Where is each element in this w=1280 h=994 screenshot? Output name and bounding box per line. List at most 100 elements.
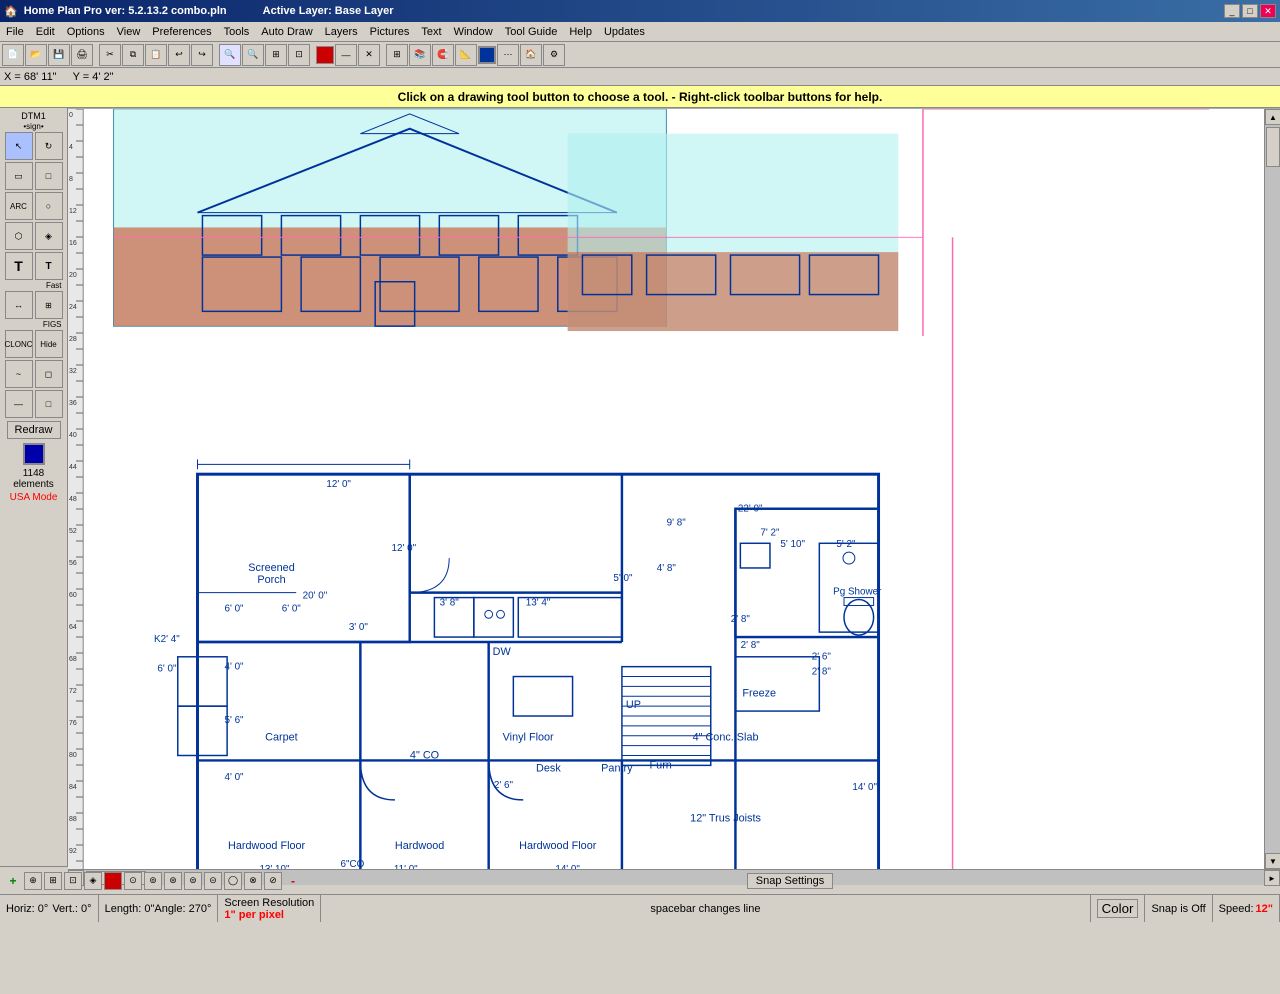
right-scrollbar[interactable]: ▲ ▼ xyxy=(1264,109,1280,869)
paste-button[interactable]: 📋 xyxy=(145,44,167,66)
canvas-area[interactable]: Screened Porch Carpet Vinyl Floor 4" CO … xyxy=(84,109,1264,869)
menu-text[interactable]: Text xyxy=(415,24,447,40)
measure-button[interactable]: 📐 xyxy=(455,44,477,66)
copy-button[interactable]: ⧉ xyxy=(122,44,144,66)
snap-btn-3[interactable]: ⊡ xyxy=(64,872,82,890)
snap-btn-6[interactable]: ⊙ xyxy=(124,872,142,890)
view3d-button[interactable]: 🏠 xyxy=(520,44,542,66)
snap-settings-button[interactable]: Snap Settings xyxy=(747,873,834,889)
arc-tool[interactable]: ARC xyxy=(5,192,33,220)
scroll-thumb-v[interactable] xyxy=(1266,127,1280,167)
text-tool[interactable]: T xyxy=(5,252,33,280)
svg-text:68: 68 xyxy=(69,656,77,663)
select-tool[interactable]: ↖ xyxy=(5,132,33,160)
polygon-tool[interactable]: ⬡ xyxy=(5,222,33,250)
minimize-button[interactable]: _ xyxy=(1224,4,1240,18)
svg-text:DW: DW xyxy=(493,646,512,658)
hide-tool[interactable]: Hide xyxy=(35,330,63,358)
print-button[interactable]: 🖨 xyxy=(71,44,93,66)
curve-tool[interactable]: ~ xyxy=(5,360,33,388)
fill-area-tool[interactable]: ◻ xyxy=(35,360,63,388)
zoom-window-button[interactable]: ⊡ xyxy=(288,44,310,66)
menu-layers[interactable]: Layers xyxy=(319,24,364,40)
add-icon[interactable]: + xyxy=(4,872,22,890)
box-tool[interactable]: □ xyxy=(35,390,63,418)
snap-btn-10[interactable]: ⊝ xyxy=(204,872,222,890)
menu-file[interactable]: File xyxy=(0,24,30,40)
redo-button[interactable]: ↪ xyxy=(191,44,213,66)
snap-btn-7[interactable]: ⊚ xyxy=(144,872,162,890)
svg-text:22' 0": 22' 0" xyxy=(738,504,763,515)
snap-btn-9[interactable]: ⊜ xyxy=(184,872,202,890)
snap-btn-12[interactable]: ⊗ xyxy=(244,872,262,890)
line-style-button[interactable]: — xyxy=(335,44,357,66)
clone-tool[interactable]: CLONC xyxy=(5,330,33,358)
color-btn-section[interactable]: Color xyxy=(1091,895,1146,922)
menu-options[interactable]: Options xyxy=(61,24,111,40)
layer-button[interactable]: 📚 xyxy=(409,44,431,66)
snap-btn-13[interactable]: ⊘ xyxy=(264,872,282,890)
shapes-tool[interactable]: ◈ xyxy=(35,222,63,250)
snap-btn-1[interactable]: ⊕ xyxy=(24,872,42,890)
rotate-tool[interactable]: ↻ xyxy=(35,132,63,160)
fast-text-tool[interactable]: T xyxy=(35,252,63,280)
snap-btn-8[interactable]: ⊛ xyxy=(164,872,182,890)
menu-auto-draw[interactable]: Auto Draw xyxy=(255,24,318,40)
delete-button[interactable]: ✕ xyxy=(358,44,380,66)
close-button[interactable]: ✕ xyxy=(1260,4,1276,18)
svg-text:UP: UP xyxy=(626,699,641,711)
wall-tool[interactable]: ▭ xyxy=(5,162,33,190)
snap-btn-2[interactable]: ⊞ xyxy=(44,872,62,890)
color-red-button[interactable] xyxy=(316,46,334,64)
menu-tools[interactable]: Tools xyxy=(218,24,256,40)
figs-tool[interactable]: ⊞ xyxy=(35,291,63,319)
cut-button[interactable]: ✂ xyxy=(99,44,121,66)
svg-text:88: 88 xyxy=(69,816,77,823)
menu-window[interactable]: Window xyxy=(448,24,499,40)
grid-button[interactable]: ⊞ xyxy=(386,44,408,66)
svg-text:2' 6": 2' 6" xyxy=(494,780,514,791)
resolution-text: Screen Resolution xyxy=(224,897,314,909)
usa-mode[interactable]: USA Mode xyxy=(9,491,59,504)
snap-btn-4[interactable]: ◈ xyxy=(84,872,102,890)
menu-pictures[interactable]: Pictures xyxy=(364,24,416,40)
menu-updates[interactable]: Updates xyxy=(598,24,651,40)
tool-row-7: CLONC Hide xyxy=(4,329,64,359)
color-button[interactable]: Color xyxy=(1097,899,1139,918)
circle-tool[interactable]: ○ xyxy=(35,192,63,220)
line-tool[interactable]: — xyxy=(5,390,33,418)
scroll-down-button[interactable]: ▼ xyxy=(1265,853,1280,869)
menu-view[interactable]: View xyxy=(111,24,147,40)
undo-button[interactable]: ↩ xyxy=(168,44,190,66)
rect-tool[interactable]: □ xyxy=(35,162,63,190)
scroll-up-button[interactable]: ▲ xyxy=(1265,109,1280,125)
menu-preferences[interactable]: Preferences xyxy=(146,24,217,40)
snap-button[interactable]: 🧲 xyxy=(432,44,454,66)
svg-text:Carpet: Carpet xyxy=(265,732,298,744)
angle-text: Angle: 270° xyxy=(154,903,211,915)
resolution-status: Screen Resolution 1" per pixel xyxy=(218,895,321,922)
status-bar: Horiz: 0° Vert.: 0° Length: 0" Angle: 27… xyxy=(0,894,1280,922)
svg-text:Vinyl Floor: Vinyl Floor xyxy=(503,732,554,744)
settings-button[interactable]: ⚙ xyxy=(543,44,565,66)
fill-button[interactable] xyxy=(478,46,496,64)
zoom-out-button[interactable]: 🔍 xyxy=(242,44,264,66)
menu-tool-guide[interactable]: Tool Guide xyxy=(499,24,564,40)
color-swatch[interactable] xyxy=(23,443,45,465)
zoom-all-button[interactable]: ⊞ xyxy=(265,44,287,66)
save-button[interactable]: 💾 xyxy=(48,44,70,66)
dims-tool[interactable]: ↔ xyxy=(5,291,33,319)
open-button[interactable]: 📂 xyxy=(25,44,47,66)
zoom-in-button[interactable]: 🔍 xyxy=(219,44,241,66)
menu-help[interactable]: Help xyxy=(563,24,598,40)
remove-icon[interactable]: - xyxy=(284,872,302,890)
redraw-button[interactable]: Redraw xyxy=(7,421,61,439)
menu-edit[interactable]: Edit xyxy=(30,24,61,40)
more-button[interactable]: ⋯ xyxy=(497,44,519,66)
window-title: Home Plan Pro ver: 5.2.13.2 combo.pln xyxy=(24,5,227,17)
snap-btn-5[interactable] xyxy=(104,872,122,890)
maximize-button[interactable]: □ xyxy=(1242,4,1258,18)
elements-count: 1148 elements xyxy=(2,467,65,491)
snap-btn-11[interactable]: ◯ xyxy=(224,872,242,890)
new-button[interactable]: 📄 xyxy=(2,44,24,66)
